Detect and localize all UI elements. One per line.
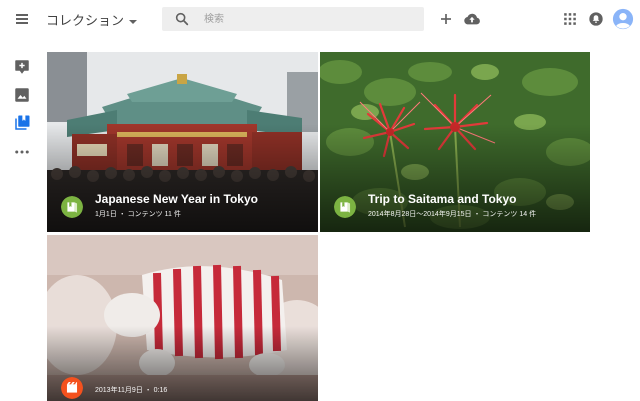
video-meta: 2013年11月9日 ・ 0:16 (95, 387, 168, 394)
movie-icon (61, 377, 83, 399)
album-icon (61, 196, 83, 218)
caret-down-icon (129, 19, 138, 24)
apps-grid-icon[interactable] (560, 9, 580, 29)
notifications-icon[interactable] (586, 9, 606, 29)
video-card[interactable]: 2013年11月9日 ・ 0:16 (47, 235, 318, 401)
page-title: コレクション (46, 13, 125, 28)
collections-dropdown[interactable]: コレクション (46, 10, 138, 29)
add-comment-icon[interactable] (13, 58, 31, 76)
cloud-upload-icon[interactable] (462, 9, 482, 29)
collection-title: Trip to Saitama and Tokyo (368, 192, 517, 206)
account-icon[interactable] (612, 8, 634, 30)
photo-icon[interactable] (13, 86, 31, 104)
card-scrim (47, 124, 318, 232)
search-bar[interactable] (162, 7, 424, 31)
more-horizontal-icon[interactable] (13, 143, 31, 161)
top-app-bar: コレクション (0, 0, 640, 38)
card-scrim (47, 326, 318, 401)
collection-meta: 1月1日 ・ コンテンツ 11 件 (95, 211, 181, 218)
plus-icon[interactable] (436, 9, 456, 29)
collections-icon[interactable] (13, 114, 31, 132)
menu-icon[interactable] (12, 9, 32, 29)
search-input[interactable] (204, 10, 414, 28)
collection-title: Japanese New Year in Tokyo (95, 192, 258, 206)
collection-card[interactable]: Trip to Saitama and Tokyo 2014年8月28日～201… (320, 52, 590, 232)
collection-card[interactable]: Japanese New Year in Tokyo 1月1日 ・ コンテンツ … (47, 52, 318, 232)
album-icon (334, 196, 356, 218)
search-icon[interactable] (174, 11, 190, 27)
collection-meta: 2014年8月28日～2014年9月15日 ・ コンテンツ 14 件 (368, 211, 537, 218)
